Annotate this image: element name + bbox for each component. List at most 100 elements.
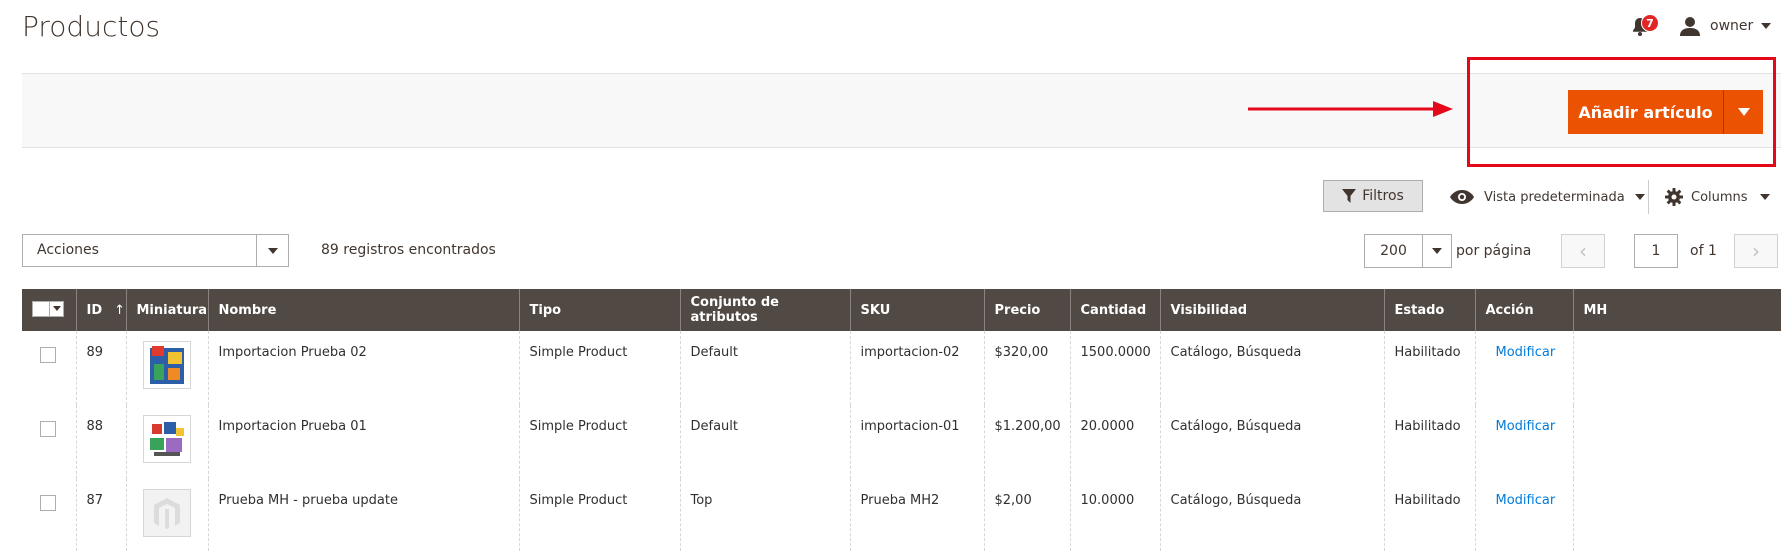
mass-actions-toggle[interactable]: [256, 235, 288, 266]
page-number-input[interactable]: [1634, 234, 1678, 268]
table-row: 87 Prueba MH - prueba update Simple Prod…: [22, 479, 1781, 551]
chevron-down-icon: [1432, 248, 1442, 254]
chevron-down-icon: [53, 306, 61, 311]
filters-button[interactable]: Filtros: [1323, 180, 1423, 212]
thumbnail-cell: [125, 405, 208, 479]
page-title: Productos: [22, 10, 161, 43]
sku-cell: Prueba MH2: [849, 479, 984, 551]
annotation-arrow-icon: [1248, 101, 1453, 117]
view-label: Vista predeterminada: [1484, 189, 1625, 205]
visibility-cell: Catálogo, Búsqueda: [1159, 479, 1384, 551]
chevron-down-icon: [267, 247, 278, 254]
annotation-highlight-box: [1467, 57, 1776, 167]
column-header-status[interactable]: Estado: [1383, 289, 1475, 331]
product-image-icon[interactable]: [142, 415, 191, 463]
type-cell: Simple Product: [518, 479, 680, 551]
quantity-cell: 1500.0000: [1069, 331, 1160, 405]
mass-actions-dropdown[interactable]: Acciones: [22, 234, 289, 267]
column-header-sku[interactable]: SKU: [849, 289, 984, 331]
column-header-name[interactable]: Nombre: [207, 289, 519, 331]
row-select-cell: [22, 479, 76, 551]
id-cell: 89: [75, 331, 126, 405]
per-page-value: 200: [1380, 243, 1407, 259]
user-icon: [1680, 17, 1700, 36]
table-row: 89 Importacion Prueba 02 Simple Product …: [22, 331, 1781, 405]
column-header-thumbnail: Miniatura: [125, 289, 208, 331]
attribute-set-cell: Default: [679, 331, 850, 405]
action-cell: Modificar: [1474, 331, 1573, 405]
visibility-cell: Catálogo, Búsqueda: [1159, 405, 1384, 479]
action-cell: Modificar: [1474, 405, 1573, 479]
edit-link[interactable]: Modificar: [1496, 419, 1556, 434]
attribute-set-cell: Top: [679, 479, 850, 551]
type-cell: Simple Product: [518, 405, 680, 479]
edit-link[interactable]: Modificar: [1496, 493, 1556, 508]
per-page-label: por página: [1456, 243, 1532, 259]
column-header-mh[interactable]: MH: [1572, 289, 1781, 331]
records-found-count: 89 registros encontrados: [321, 242, 496, 258]
edit-link[interactable]: Modificar: [1496, 345, 1556, 360]
thumbnail-cell: [125, 479, 208, 551]
mh-cell: [1572, 479, 1781, 551]
table-row: 88 Importacion Prueba 01 Simple Product …: [22, 405, 1781, 479]
column-header-quantity[interactable]: Cantidad: [1069, 289, 1160, 331]
next-page-button[interactable]: ›: [1734, 234, 1778, 268]
visibility-cell: Catálogo, Búsqueda: [1159, 331, 1384, 405]
total-pages-label: of 1: [1690, 243, 1717, 259]
chevron-left-icon: ‹: [1579, 239, 1587, 263]
chevron-down-icon: [1759, 194, 1770, 200]
row-select-cell: [22, 405, 76, 479]
mh-cell: [1572, 331, 1781, 405]
per-page-select[interactable]: 200: [1364, 234, 1452, 268]
row-checkbox[interactable]: [40, 421, 56, 437]
per-page-toggle[interactable]: [1422, 235, 1451, 267]
sku-cell: importacion-01: [849, 405, 984, 479]
mass-select-dropdown[interactable]: [32, 300, 64, 317]
id-cell: 88: [75, 405, 126, 479]
name-cell: Prueba MH - prueba update: [207, 479, 519, 551]
toolbar-divider: [1648, 180, 1649, 214]
mass-actions-label: Acciones: [37, 242, 99, 258]
chevron-right-icon: ›: [1752, 239, 1760, 263]
eye-icon: [1450, 190, 1474, 204]
price-cell: $320,00: [983, 331, 1070, 405]
column-header-price[interactable]: Precio: [983, 289, 1070, 331]
id-cell: 87: [75, 479, 126, 551]
row-checkbox[interactable]: [40, 495, 56, 511]
row-checkbox[interactable]: [40, 347, 56, 363]
row-select-cell: [22, 331, 76, 405]
price-cell: $1.200,00: [983, 405, 1070, 479]
mass-select-header[interactable]: [22, 289, 76, 331]
product-image-icon[interactable]: [142, 341, 191, 389]
action-cell: Modificar: [1474, 479, 1573, 551]
sort-ascending-icon: ↑: [114, 302, 126, 318]
notifications-button[interactable]: 7: [1631, 14, 1665, 40]
quantity-cell: 10.0000: [1069, 479, 1160, 551]
thumbnail-cell: [125, 331, 208, 405]
column-header-action: Acción: [1474, 289, 1573, 331]
sku-cell: importacion-02: [849, 331, 984, 405]
column-header-visibility[interactable]: Visibilidad: [1159, 289, 1384, 331]
notification-count-badge: 7: [1641, 14, 1659, 32]
user-name: owner: [1710, 18, 1754, 34]
type-cell: Simple Product: [518, 331, 680, 405]
column-header-type[interactable]: Tipo: [518, 289, 680, 331]
previous-page-button[interactable]: ‹: [1561, 234, 1605, 268]
grid-header-row: ID ↑ Miniatura Nombre Tipo Conjunto de at…: [22, 289, 1781, 331]
column-header-id[interactable]: ID ↑: [75, 289, 126, 331]
column-header-attribute-set[interactable]: Conjunto de atributos: [679, 289, 850, 331]
filters-label: Filtros: [1362, 188, 1404, 204]
quantity-cell: 20.0000: [1069, 405, 1160, 479]
price-cell: $2,00: [983, 479, 1070, 551]
columns-selector[interactable]: Columns: [1665, 184, 1770, 210]
status-cell: Habilitado: [1383, 405, 1475, 479]
placeholder-logo-icon[interactable]: [142, 489, 191, 537]
columns-label: Columns: [1691, 189, 1748, 205]
products-grid: ID ↑ Miniatura Nombre Tipo Conjunto de at…: [22, 289, 1781, 551]
attribute-set-cell: Default: [679, 405, 850, 479]
view-selector[interactable]: Vista predeterminada: [1450, 184, 1645, 210]
user-account-menu[interactable]: owner: [1680, 13, 1772, 39]
status-cell: Habilitado: [1383, 331, 1475, 405]
gear-icon: [1665, 188, 1683, 206]
status-cell: Habilitado: [1383, 479, 1475, 551]
